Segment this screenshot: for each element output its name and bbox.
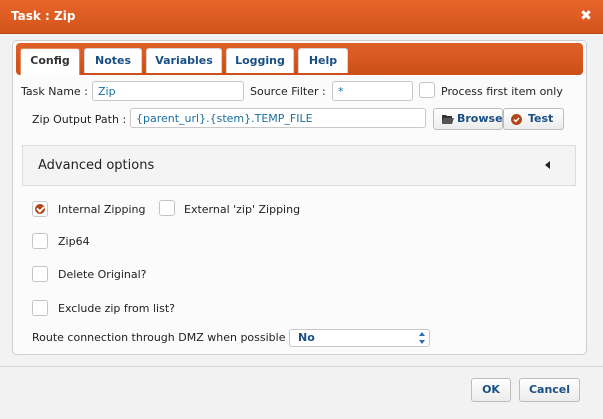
external-zipping-label: External 'zip' Zipping bbox=[184, 203, 301, 216]
task-name-label: Task Name : bbox=[21, 85, 88, 98]
browse-button[interactable]: Browse bbox=[433, 108, 503, 130]
zip64-label: Zip64 bbox=[58, 235, 90, 248]
tab-notes[interactable]: Notes bbox=[84, 48, 142, 73]
tab-help[interactable]: Help bbox=[298, 48, 348, 73]
process-first-checkbox[interactable] bbox=[419, 82, 435, 98]
tab-config[interactable]: Config bbox=[20, 48, 80, 75]
tab-logging[interactable]: Logging bbox=[226, 48, 294, 73]
source-filter-label: Source Filter : bbox=[250, 85, 326, 98]
dmz-select-value: No bbox=[298, 331, 315, 344]
task-name-input[interactable]: Zip bbox=[92, 81, 244, 101]
config-panel: Config Notes Variables Logging Help Task… bbox=[12, 40, 587, 355]
exclude-zip-label: Exclude zip from list? bbox=[58, 302, 175, 315]
browse-label: Browse bbox=[457, 112, 503, 125]
tab-variables[interactable]: Variables bbox=[146, 48, 222, 73]
external-zipping-checkbox[interactable] bbox=[159, 200, 175, 216]
zip-output-input[interactable]: {parent_url}.{stem}.TEMP_FILE bbox=[130, 108, 426, 128]
dialog-title: Task : Zip bbox=[11, 9, 76, 23]
caret-left-icon[interactable] bbox=[545, 161, 550, 169]
footer-divider bbox=[0, 366, 603, 367]
exclude-zip-checkbox[interactable] bbox=[32, 300, 48, 316]
dmz-label: Route connection through DMZ when possib… bbox=[32, 331, 293, 344]
process-first-label: Process first item only bbox=[441, 85, 563, 98]
updown-arrows-icon bbox=[419, 332, 425, 344]
ok-button[interactable]: OK bbox=[471, 378, 511, 402]
tab-bar: Config Notes Variables Logging Help bbox=[16, 43, 583, 75]
dialog-titlebar: Task : Zip ✖ bbox=[0, 0, 603, 34]
delete-original-label: Delete Original? bbox=[58, 268, 147, 281]
internal-zipping-label: Internal Zipping bbox=[58, 203, 146, 216]
close-icon[interactable]: ✖ bbox=[578, 8, 594, 24]
check-circle-icon bbox=[511, 114, 522, 125]
zip-output-label: Zip Output Path : bbox=[32, 113, 127, 126]
delete-original-checkbox[interactable] bbox=[32, 266, 48, 282]
advanced-options-header[interactable]: Advanced options bbox=[22, 145, 576, 186]
internal-zipping-checkbox[interactable] bbox=[32, 201, 48, 217]
test-label: Test bbox=[528, 112, 554, 125]
folder-open-icon bbox=[442, 115, 454, 124]
source-filter-input[interactable]: * bbox=[332, 81, 413, 101]
dmz-select[interactable]: No bbox=[289, 329, 430, 347]
cancel-button[interactable]: Cancel bbox=[519, 378, 580, 402]
zip64-checkbox[interactable] bbox=[32, 233, 48, 249]
advanced-options-title: Advanced options bbox=[38, 158, 155, 173]
test-button[interactable]: Test bbox=[503, 108, 564, 130]
check-icon bbox=[35, 204, 45, 214]
task-dialog: Task : Zip ✖ Config Notes Variables Logg… bbox=[0, 0, 603, 419]
